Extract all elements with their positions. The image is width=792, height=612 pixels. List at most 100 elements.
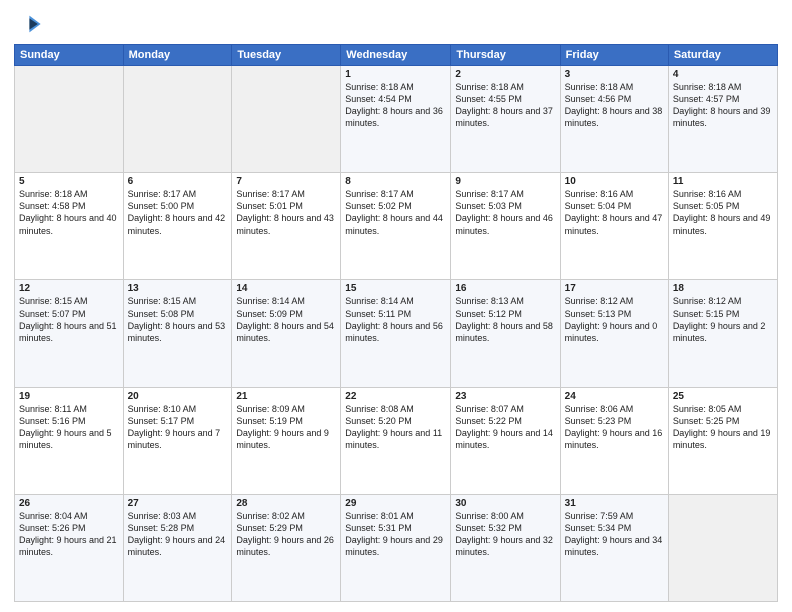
day-number: 27 xyxy=(128,498,228,509)
day-info: Sunrise: 8:01 AM Sunset: 5:31 PM Dayligh… xyxy=(345,510,446,559)
day-number: 22 xyxy=(345,391,446,402)
calendar-cell: 22Sunrise: 8:08 AM Sunset: 5:20 PM Dayli… xyxy=(341,387,451,494)
day-info: Sunrise: 8:13 AM Sunset: 5:12 PM Dayligh… xyxy=(455,295,555,344)
day-number: 12 xyxy=(19,283,119,294)
day-info: Sunrise: 8:18 AM Sunset: 4:55 PM Dayligh… xyxy=(455,81,555,130)
day-number: 6 xyxy=(128,176,228,187)
day-info: Sunrise: 8:08 AM Sunset: 5:20 PM Dayligh… xyxy=(345,403,446,452)
day-info: Sunrise: 8:15 AM Sunset: 5:07 PM Dayligh… xyxy=(19,295,119,344)
day-header-tuesday: Tuesday xyxy=(232,45,341,66)
calendar-cell: 11Sunrise: 8:16 AM Sunset: 5:05 PM Dayli… xyxy=(668,173,777,280)
day-number: 16 xyxy=(455,283,555,294)
calendar-cell: 15Sunrise: 8:14 AM Sunset: 5:11 PM Dayli… xyxy=(341,280,451,387)
day-info: Sunrise: 8:17 AM Sunset: 5:01 PM Dayligh… xyxy=(236,188,336,237)
calendar-cell: 14Sunrise: 8:14 AM Sunset: 5:09 PM Dayli… xyxy=(232,280,341,387)
calendar-cell: 19Sunrise: 8:11 AM Sunset: 5:16 PM Dayli… xyxy=(15,387,124,494)
day-number: 18 xyxy=(673,283,773,294)
day-info: Sunrise: 8:16 AM Sunset: 5:05 PM Dayligh… xyxy=(673,188,773,237)
day-number: 25 xyxy=(673,391,773,402)
calendar-week-2: 5Sunrise: 8:18 AM Sunset: 4:58 PM Daylig… xyxy=(15,173,778,280)
day-header-friday: Friday xyxy=(560,45,668,66)
day-info: Sunrise: 8:12 AM Sunset: 5:13 PM Dayligh… xyxy=(565,295,664,344)
calendar-cell xyxy=(123,66,232,173)
logo xyxy=(14,10,46,38)
calendar-cell: 2Sunrise: 8:18 AM Sunset: 4:55 PM Daylig… xyxy=(451,66,560,173)
day-number: 20 xyxy=(128,391,228,402)
calendar-cell: 17Sunrise: 8:12 AM Sunset: 5:13 PM Dayli… xyxy=(560,280,668,387)
day-number: 24 xyxy=(565,391,664,402)
day-info: Sunrise: 8:18 AM Sunset: 4:57 PM Dayligh… xyxy=(673,81,773,130)
calendar-cell: 30Sunrise: 8:00 AM Sunset: 5:32 PM Dayli… xyxy=(451,494,560,601)
day-header-saturday: Saturday xyxy=(668,45,777,66)
day-number: 21 xyxy=(236,391,336,402)
day-number: 19 xyxy=(19,391,119,402)
day-info: Sunrise: 8:12 AM Sunset: 5:15 PM Dayligh… xyxy=(673,295,773,344)
page: SundayMondayTuesdayWednesdayThursdayFrid… xyxy=(0,0,792,612)
calendar-week-4: 19Sunrise: 8:11 AM Sunset: 5:16 PM Dayli… xyxy=(15,387,778,494)
calendar-cell: 27Sunrise: 8:03 AM Sunset: 5:28 PM Dayli… xyxy=(123,494,232,601)
day-number: 26 xyxy=(19,498,119,509)
day-header-sunday: Sunday xyxy=(15,45,124,66)
day-info: Sunrise: 8:17 AM Sunset: 5:03 PM Dayligh… xyxy=(455,188,555,237)
calendar-cell: 6Sunrise: 8:17 AM Sunset: 5:00 PM Daylig… xyxy=(123,173,232,280)
day-number: 17 xyxy=(565,283,664,294)
day-number: 14 xyxy=(236,283,336,294)
calendar-week-5: 26Sunrise: 8:04 AM Sunset: 5:26 PM Dayli… xyxy=(15,494,778,601)
calendar-cell xyxy=(15,66,124,173)
calendar-cell: 29Sunrise: 8:01 AM Sunset: 5:31 PM Dayli… xyxy=(341,494,451,601)
day-number: 30 xyxy=(455,498,555,509)
day-info: Sunrise: 8:14 AM Sunset: 5:09 PM Dayligh… xyxy=(236,295,336,344)
calendar-cell: 4Sunrise: 8:18 AM Sunset: 4:57 PM Daylig… xyxy=(668,66,777,173)
day-info: Sunrise: 8:16 AM Sunset: 5:04 PM Dayligh… xyxy=(565,188,664,237)
day-number: 15 xyxy=(345,283,446,294)
day-info: Sunrise: 8:11 AM Sunset: 5:16 PM Dayligh… xyxy=(19,403,119,452)
calendar-header-row: SundayMondayTuesdayWednesdayThursdayFrid… xyxy=(15,45,778,66)
calendar-cell: 23Sunrise: 8:07 AM Sunset: 5:22 PM Dayli… xyxy=(451,387,560,494)
calendar-cell xyxy=(668,494,777,601)
calendar-cell: 5Sunrise: 8:18 AM Sunset: 4:58 PM Daylig… xyxy=(15,173,124,280)
day-info: Sunrise: 8:05 AM Sunset: 5:25 PM Dayligh… xyxy=(673,403,773,452)
day-number: 2 xyxy=(455,69,555,80)
day-number: 29 xyxy=(345,498,446,509)
day-info: Sunrise: 8:14 AM Sunset: 5:11 PM Dayligh… xyxy=(345,295,446,344)
calendar-table: SundayMondayTuesdayWednesdayThursdayFrid… xyxy=(14,44,778,602)
calendar-cell xyxy=(232,66,341,173)
calendar-cell: 28Sunrise: 8:02 AM Sunset: 5:29 PM Dayli… xyxy=(232,494,341,601)
day-info: Sunrise: 8:17 AM Sunset: 5:00 PM Dayligh… xyxy=(128,188,228,237)
day-info: Sunrise: 8:10 AM Sunset: 5:17 PM Dayligh… xyxy=(128,403,228,452)
calendar-cell: 16Sunrise: 8:13 AM Sunset: 5:12 PM Dayli… xyxy=(451,280,560,387)
day-info: Sunrise: 8:03 AM Sunset: 5:28 PM Dayligh… xyxy=(128,510,228,559)
calendar-cell: 13Sunrise: 8:15 AM Sunset: 5:08 PM Dayli… xyxy=(123,280,232,387)
day-number: 8 xyxy=(345,176,446,187)
calendar-cell: 12Sunrise: 8:15 AM Sunset: 5:07 PM Dayli… xyxy=(15,280,124,387)
day-number: 23 xyxy=(455,391,555,402)
day-info: Sunrise: 8:18 AM Sunset: 4:58 PM Dayligh… xyxy=(19,188,119,237)
calendar-cell: 9Sunrise: 8:17 AM Sunset: 5:03 PM Daylig… xyxy=(451,173,560,280)
day-info: Sunrise: 8:18 AM Sunset: 4:56 PM Dayligh… xyxy=(565,81,664,130)
day-number: 3 xyxy=(565,69,664,80)
day-number: 1 xyxy=(345,69,446,80)
calendar-cell: 26Sunrise: 8:04 AM Sunset: 5:26 PM Dayli… xyxy=(15,494,124,601)
day-info: Sunrise: 8:15 AM Sunset: 5:08 PM Dayligh… xyxy=(128,295,228,344)
calendar-week-1: 1Sunrise: 8:18 AM Sunset: 4:54 PM Daylig… xyxy=(15,66,778,173)
calendar-cell: 3Sunrise: 8:18 AM Sunset: 4:56 PM Daylig… xyxy=(560,66,668,173)
day-number: 9 xyxy=(455,176,555,187)
calendar-cell: 1Sunrise: 8:18 AM Sunset: 4:54 PM Daylig… xyxy=(341,66,451,173)
day-number: 5 xyxy=(19,176,119,187)
calendar-cell: 31Sunrise: 7:59 AM Sunset: 5:34 PM Dayli… xyxy=(560,494,668,601)
calendar-cell: 21Sunrise: 8:09 AM Sunset: 5:19 PM Dayli… xyxy=(232,387,341,494)
calendar-cell: 20Sunrise: 8:10 AM Sunset: 5:17 PM Dayli… xyxy=(123,387,232,494)
day-number: 28 xyxy=(236,498,336,509)
day-header-monday: Monday xyxy=(123,45,232,66)
day-info: Sunrise: 7:59 AM Sunset: 5:34 PM Dayligh… xyxy=(565,510,664,559)
calendar-week-3: 12Sunrise: 8:15 AM Sunset: 5:07 PM Dayli… xyxy=(15,280,778,387)
day-number: 11 xyxy=(673,176,773,187)
day-number: 7 xyxy=(236,176,336,187)
day-info: Sunrise: 8:17 AM Sunset: 5:02 PM Dayligh… xyxy=(345,188,446,237)
day-number: 10 xyxy=(565,176,664,187)
header xyxy=(14,10,778,38)
calendar-cell: 10Sunrise: 8:16 AM Sunset: 5:04 PM Dayli… xyxy=(560,173,668,280)
calendar-cell: 8Sunrise: 8:17 AM Sunset: 5:02 PM Daylig… xyxy=(341,173,451,280)
day-info: Sunrise: 8:09 AM Sunset: 5:19 PM Dayligh… xyxy=(236,403,336,452)
day-number: 13 xyxy=(128,283,228,294)
